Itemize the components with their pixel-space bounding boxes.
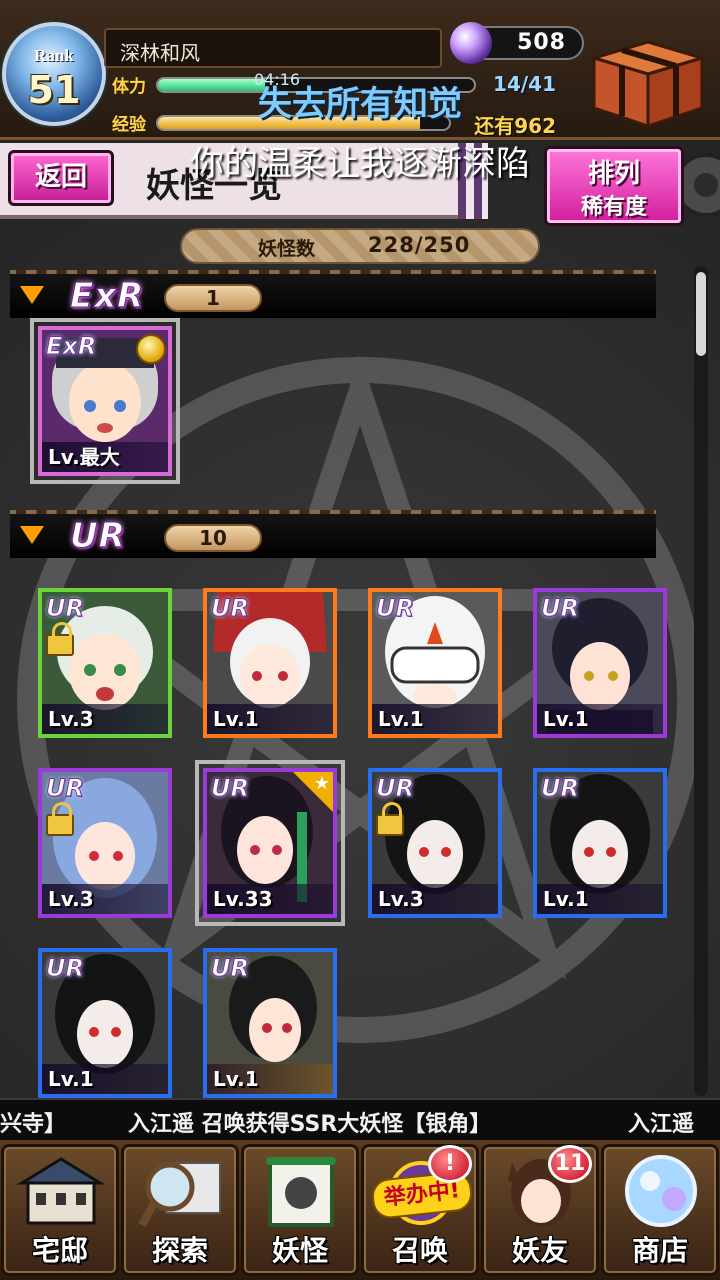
collapse-triangle-icon (20, 286, 44, 304)
nav-label: 宅邸 (31, 1234, 88, 1267)
mansion-icon (16, 1157, 106, 1225)
card-level: Lv.1 (207, 1064, 333, 1094)
yokai-card[interactable]: UR Lv.1 (38, 948, 172, 1098)
card-rarity-badge: UR (211, 954, 250, 983)
section-count: 1 (164, 284, 262, 312)
card-rarity-badge: UR (46, 594, 85, 623)
card-rarity-badge: UR (541, 774, 580, 803)
yokai-card[interactable]: ★ UR Lv.33 (195, 760, 345, 926)
overlay-lyric-subtitle: 你的温柔让我逐渐深陷 (190, 144, 530, 184)
rarity-label: UR (70, 516, 126, 557)
card-level: Lv.最大 (42, 442, 168, 472)
section-count: 10 (164, 524, 262, 552)
nav-label: 召唤 (391, 1234, 448, 1267)
notification-badge: ! (428, 1145, 472, 1183)
card-level: Lv.3 (42, 704, 168, 734)
yokai-card[interactable]: UR Lv.1 (533, 588, 667, 738)
yokai-card[interactable]: UR Lv.1 (368, 588, 502, 738)
overlay-lyric-title: 失去所有知觉 (258, 84, 462, 124)
gem-counter[interactable]: 508 (450, 22, 584, 64)
yokai-card[interactable]: UR Lv.1 (533, 768, 667, 918)
nav-yokai[interactable]: 妖怪 (241, 1144, 359, 1276)
rarity-label: ExR (69, 276, 145, 317)
list-scrollbar[interactable] (694, 266, 708, 1096)
scroll-icon (266, 1157, 336, 1227)
gem-orb-icon (450, 22, 492, 64)
card-rarity-badge: ExR (45, 332, 97, 361)
nav-summon[interactable]: 举办中! ! 召唤 (361, 1144, 479, 1276)
section-header-ur[interactable]: UR 10 (10, 510, 656, 558)
nav-label: 探索 (151, 1234, 208, 1267)
yokai-count-value: 228/250 (368, 233, 471, 257)
crystal-orb-icon (625, 1155, 697, 1227)
rank-label: Rank (34, 46, 74, 65)
scrollbar-thumb[interactable] (696, 272, 706, 356)
card-rarity-badge: UR (211, 774, 250, 803)
magnifier-map-icon (138, 1162, 221, 1227)
card-rarity-badge: UR (376, 594, 415, 623)
yokai-card[interactable]: UR Lv.1 (203, 948, 337, 1098)
news-ticker: 兴寺】 入江遥 召唤获得SSR大妖怪【银角】 入江遥 (0, 1098, 720, 1140)
star-icon: ★ (313, 773, 330, 794)
nav-label: 商店 (631, 1234, 688, 1267)
card-level: Lv.1 (42, 1064, 168, 1094)
card-level: Lv.1 (537, 884, 663, 914)
gem-count: 508 (517, 30, 566, 55)
ticker-text: 入江遥 召唤获得SSR大妖怪【银角】 (128, 1112, 492, 1137)
card-rarity-badge: UR (46, 774, 85, 803)
yokai-count-pill: 妖怪数 228/250 (180, 228, 540, 264)
card-rarity-badge: UR (46, 954, 85, 983)
section-header-exr[interactable]: ExR 1 (10, 270, 656, 318)
card-level: Lv.3 (372, 884, 498, 914)
yokai-card[interactable]: UR Lv.3 (38, 588, 172, 738)
card-rarity-badge: UR (376, 774, 415, 803)
yokai-card[interactable]: UR Lv.1 (203, 588, 337, 738)
nav-label: 妖友 (511, 1234, 568, 1267)
yokai-card[interactable]: UR Lv.3 (38, 768, 172, 918)
player-name: 深林和风 (120, 41, 200, 65)
bottom-nav: 宅邸 探索 妖怪 举办中! ! 召唤 11 妖友 商店 (0, 1140, 720, 1280)
card-rarity-badge: UR (541, 594, 580, 623)
yokai-card[interactable]: ExR Lv.最大 (30, 318, 180, 484)
ticker-text: 入江遥 (628, 1112, 695, 1137)
card-level: Lv.1 (372, 704, 498, 734)
nav-mansion[interactable]: 宅邸 (1, 1144, 119, 1276)
yokai-card[interactable]: UR Lv.3 (368, 768, 502, 918)
lock-icon (46, 802, 74, 836)
card-level: Lv.33 (207, 884, 333, 914)
ticker-text: 兴寺】 (0, 1112, 67, 1137)
lock-icon (46, 622, 74, 656)
collapse-triangle-icon (20, 526, 44, 544)
nav-friends[interactable]: 11 妖友 (481, 1144, 599, 1276)
player-name-bar: 深林和风 (104, 28, 442, 68)
notification-badge: 11 (548, 1145, 592, 1183)
card-level: Lv.1 (207, 704, 333, 734)
nav-shop[interactable]: 商店 (601, 1144, 719, 1276)
crown-medal-icon (136, 334, 166, 364)
yokai-count-label: 妖怪数 (258, 238, 316, 260)
nav-explore[interactable]: 探索 (121, 1144, 239, 1276)
card-rarity-badge: UR (211, 594, 250, 623)
card-level: Lv.3 (42, 884, 168, 914)
card-level: Lv.1 (537, 704, 663, 734)
sort-button-mode: 稀有度 (580, 195, 647, 220)
lock-icon (376, 802, 404, 836)
nav-label: 妖怪 (271, 1234, 328, 1267)
